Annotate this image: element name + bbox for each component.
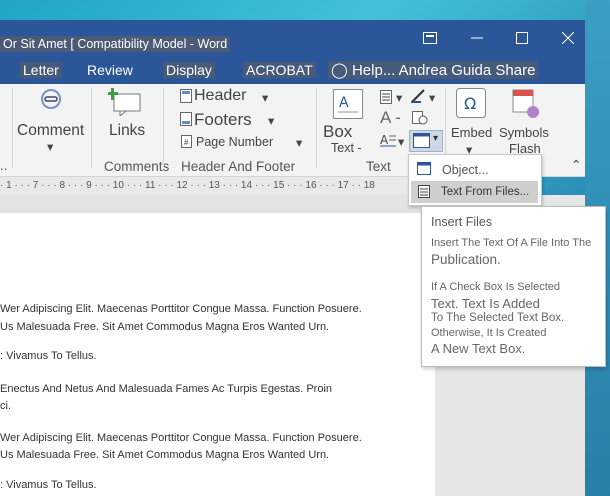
text-file-icon	[418, 185, 430, 198]
minimize-icon[interactable]	[466, 28, 488, 50]
separator	[316, 88, 317, 168]
menu-item-text-from-files[interactable]: Text From Files...	[411, 181, 538, 203]
quick-parts-icon[interactable]	[380, 90, 392, 109]
separator	[12, 88, 13, 168]
svg-text:Ω: Ω	[464, 94, 476, 113]
collapse-ribbon-icon[interactable]: ⌃	[571, 157, 581, 172]
svg-text:A: A	[380, 133, 389, 147]
footers-button[interactable]: Footers	[194, 110, 252, 130]
tell-me-label: Help...	[351, 62, 396, 79]
chevron-down-icon[interactable]: ▾	[429, 90, 435, 105]
separator	[91, 88, 92, 168]
header-button[interactable]: Header	[194, 87, 246, 105]
document-page[interactable]: Wer Adipiscing Elit. Maecenas Porttitor …	[0, 213, 435, 496]
signature-line-icon[interactable]	[410, 88, 426, 109]
chevron-down-icon[interactable]: ▾	[47, 139, 53, 154]
drop-cap-icon[interactable]: A	[380, 132, 396, 153]
tooltip-text: A New Text Box.	[431, 341, 526, 356]
menu-item-label: Object...	[442, 163, 489, 177]
page-number-button[interactable]: Page Number	[196, 135, 273, 149]
wordart-button[interactable]: A -	[380, 108, 401, 128]
share-button[interactable]: Share	[495, 62, 535, 79]
chevron-down-icon: ▾	[433, 133, 439, 144]
object-button[interactable]: ▾	[409, 130, 443, 152]
page-top-margin	[0, 195, 435, 213]
tooltip-text: Text. Text Is Added	[431, 296, 540, 311]
tooltip-text: Otherwise, It Is Created	[431, 327, 547, 339]
doc-line: : Vivamus To Tellus.	[0, 350, 97, 362]
doc-line: : Vivamus To Tellus.	[0, 479, 97, 491]
separator	[163, 88, 164, 168]
horizontal-ruler[interactable]: · 1 · · · 7 · · · 8 · · · 9 · · · 10 · ·…	[0, 177, 412, 195]
tab-display[interactable]: Display	[163, 62, 215, 78]
page-number-icon: #	[181, 135, 192, 153]
tooltip-title: Insert Files	[431, 215, 493, 229]
menu-item-label: Text From Files...	[441, 186, 530, 198]
doc-line: Us Malesuada Free. Sit Amet Commodus Mag…	[0, 449, 330, 461]
chevron-down-icon[interactable]: ▾	[262, 90, 268, 105]
comment-label[interactable]: Comment	[17, 122, 84, 140]
embed-icon[interactable]: Ω	[456, 88, 486, 123]
title-bar: Or Sit Amet [ Compatibility Model - Word	[0, 20, 585, 60]
tab-letter[interactable]: Letter	[20, 62, 62, 78]
embed-label[interactable]: Embed	[451, 125, 492, 140]
tooltip-text: To The Selected Text Box.	[431, 312, 565, 324]
ribbon-dots: ..	[0, 158, 8, 173]
restore-ribbon-icon[interactable]	[419, 28, 441, 50]
doc-line: ci.	[0, 400, 11, 412]
chevron-down-icon[interactable]: ▾	[296, 135, 302, 150]
date-time-icon[interactable]	[412, 111, 428, 130]
tooltip-text: Publication.	[431, 252, 501, 267]
object-dropdown-menu: Object... Text From Files...	[408, 154, 542, 206]
user-name[interactable]: Andrea Guida	[399, 62, 492, 79]
header-icon	[180, 89, 192, 108]
tab-acrobat[interactable]: ACROBAT	[243, 62, 316, 78]
doc-line: Us Malesuada Free. Sit Amet Commodus Mag…	[0, 321, 330, 333]
maximize-icon[interactable]	[511, 28, 533, 50]
text-box-icon[interactable]: A	[333, 89, 363, 124]
menu-item-object[interactable]: Object...	[411, 158, 538, 180]
chevron-down-icon[interactable]: ▾	[268, 113, 274, 128]
comments-group-label: Comments	[104, 159, 170, 174]
text-group-label: Text	[366, 159, 391, 174]
chevron-down-icon[interactable]: ▾	[398, 134, 404, 149]
header-footer-group-label: Header And Footer	[181, 159, 296, 174]
footer-icon	[180, 112, 192, 131]
svg-text:A: A	[339, 95, 349, 111]
symbols-label[interactable]: Symbols	[499, 125, 549, 140]
flash-icon[interactable]	[511, 88, 541, 125]
tab-review[interactable]: Review	[84, 62, 136, 78]
doc-line: Wer Adipiscing Elit. Maecenas Porttitor …	[0, 432, 362, 444]
lightbulb-icon: ◯	[331, 62, 348, 79]
new-comment-icon[interactable]	[107, 88, 144, 121]
doc-line: Wer Adipiscing Elit. Maecenas Porttitor …	[0, 303, 362, 315]
link-icon[interactable]	[36, 88, 66, 119]
text-label[interactable]: Text -	[331, 141, 362, 155]
links-label[interactable]: Links	[109, 122, 145, 140]
window-title: Or Sit Amet [ Compatibility Model - Word	[0, 36, 231, 52]
tooltip-text: Insert The Text Of A File Into The	[431, 237, 592, 249]
ruler-marks: · 1 · · · 7 · · · 8 · · · 9 · · · 10 · ·…	[0, 180, 375, 191]
tooltip-text: If A Check Box Is Selected	[431, 281, 561, 293]
close-icon[interactable]	[557, 28, 579, 50]
ribbon-tabs: Letter Review Display ACROBAT ◯ Help... …	[0, 60, 585, 84]
object-icon	[417, 162, 431, 175]
svg-text:#: #	[184, 138, 189, 147]
tell-me-box[interactable]: ◯ Help... Andrea Guida Share	[328, 61, 539, 79]
chevron-down-icon[interactable]: ▾	[396, 90, 402, 105]
doc-line: Enectus And Netus And Malesuada Fames Ac…	[0, 383, 333, 395]
tooltip: Insert Files Insert The Text Of A File I…	[421, 206, 606, 367]
box-label[interactable]: Box	[323, 122, 352, 142]
